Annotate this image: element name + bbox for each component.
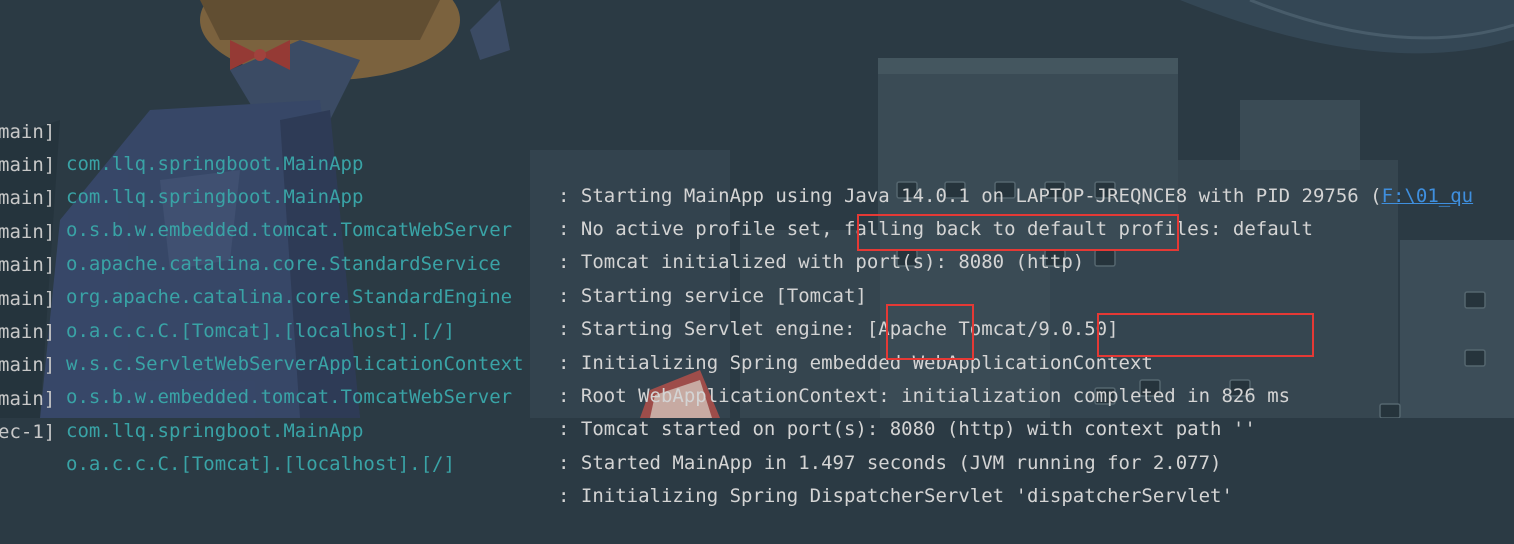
log-logger: o.a.c.c.C.[Tomcat].[localhost].[/] (66, 453, 455, 475)
log-line: main] com.llq.springboot.MainApp : No ac… (0, 117, 1514, 240)
log-line: main] org.apache.catalina.core.StandardE… (0, 217, 1514, 340)
log-message: : Started MainApp in 1.497 seconds (JVM … (558, 452, 1222, 474)
log-logger: com.llq.springboot.MainApp (66, 420, 364, 442)
highlight-context-path (1097, 313, 1314, 357)
highlight-tomcat-version (857, 214, 1179, 251)
log-line: main] w.s.c.ServletWebServerApplicationC… (0, 284, 1514, 407)
log-line: main] o.apache.catalina.core.StandardSer… (0, 184, 1514, 307)
log-line: main] o.a.c.c.C.[Tomcat].[localhost].[/]… (0, 251, 1514, 374)
log-thread: ec-1] (0, 421, 56, 443)
log-line: ec-1] o.a.c.c.C.[Tomcat].[localhost].[/]… (0, 384, 1514, 507)
log-line: main] com.llq.springboot.MainApp : Start… (0, 84, 1514, 207)
log-message: : Initializing Spring DispatcherServlet … (558, 485, 1233, 507)
highlight-port (886, 304, 974, 360)
log-line: main] o.s.b.w.embedded.tomcat.TomcatWebS… (0, 150, 1514, 273)
